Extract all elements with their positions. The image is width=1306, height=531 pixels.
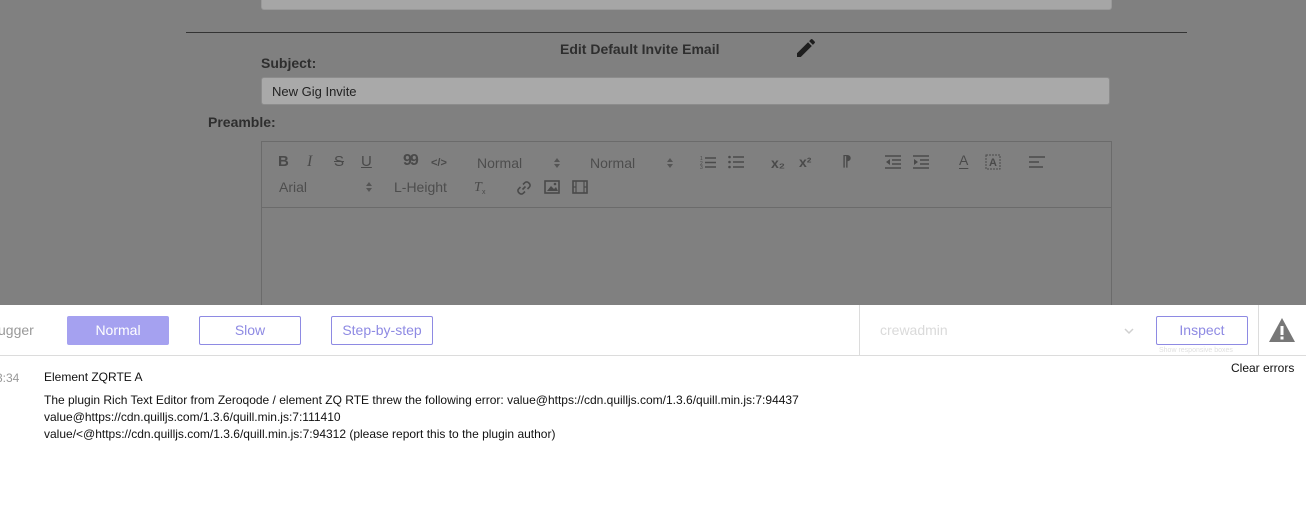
inspect-button[interactable]: Inspect xyxy=(1156,316,1248,345)
superscript-icon[interactable]: x² xyxy=(799,154,811,170)
editor-area: Edit Default Invite Email Subject: New G… xyxy=(0,0,1306,305)
rte-toolbar: B I S U 99 </> Normal Normal 1 2 3 x₂ x²… xyxy=(262,142,1111,208)
text-color-icon[interactable]: A xyxy=(959,152,968,168)
indent-icon[interactable] xyxy=(913,155,929,169)
error-panel: Clear errors 3:34 Element ZQRTE A The pl… xyxy=(0,356,1306,531)
svg-text:A: A xyxy=(989,157,997,169)
header-select-value: Normal xyxy=(477,155,523,171)
preamble-label: Preamble: xyxy=(208,114,276,130)
divider xyxy=(859,305,860,356)
strike-icon[interactable]: S xyxy=(334,154,344,170)
subject-label: Subject: xyxy=(261,55,317,71)
outdent-icon[interactable] xyxy=(885,155,901,169)
inspect-hint: Show responsive boxes xyxy=(1159,347,1233,354)
font-select[interactable]: Arial xyxy=(279,179,375,195)
debugger-bar: ugger Normal Slow Step-by-step crewadmin… xyxy=(0,305,1306,356)
rich-text-editor[interactable]: B I S U 99 </> Normal Normal 1 2 3 x₂ x²… xyxy=(261,141,1112,305)
font-select-value: Arial xyxy=(279,179,308,195)
svg-text:x: x xyxy=(482,189,486,195)
link-icon[interactable] xyxy=(516,180,532,196)
error-message-line: The plugin Rich Text Editor from Zeroqod… xyxy=(44,393,799,407)
image-icon[interactable] xyxy=(544,180,560,194)
chevron-down-icon[interactable] xyxy=(1124,327,1134,335)
size-select[interactable]: Normal xyxy=(590,155,674,171)
align-icon[interactable] xyxy=(1029,156,1045,168)
video-icon[interactable] xyxy=(572,180,588,194)
bullet-list-icon[interactable] xyxy=(728,155,744,169)
editor-title: Edit Default Invite Email xyxy=(560,41,720,57)
updown-arrow-icon xyxy=(554,158,560,168)
line-height-select[interactable]: L-Height xyxy=(394,179,447,195)
clear-errors-button[interactable]: Clear errors xyxy=(1231,361,1294,375)
user-select[interactable]: crewadmin xyxy=(880,322,948,338)
header-select[interactable]: Normal xyxy=(477,155,561,171)
size-select-value: Normal xyxy=(590,155,636,171)
section-divider xyxy=(186,32,1187,33)
mode-normal-button[interactable]: Normal xyxy=(67,316,169,345)
error-element-name: Element ZQRTE A xyxy=(44,370,143,384)
ordered-list-icon[interactable]: 1 2 3 xyxy=(700,155,716,169)
previous-input-field[interactable] xyxy=(261,0,1112,10)
updown-arrow-icon xyxy=(667,158,673,168)
warning-icon[interactable] xyxy=(1268,317,1296,343)
error-message-line: value@https://cdn.quilljs.com/1.3.6/quil… xyxy=(44,410,341,424)
error-message-line: value/<@https://cdn.quilljs.com/1.3.6/qu… xyxy=(44,427,556,441)
underline-icon[interactable]: U xyxy=(361,154,372,170)
italic-icon[interactable]: I xyxy=(307,154,312,170)
subscript-icon[interactable]: x₂ xyxy=(771,155,785,171)
code-block-icon[interactable]: </> xyxy=(431,155,447,171)
rtl-icon[interactable]: ⁋ xyxy=(842,154,852,170)
pencil-icon[interactable] xyxy=(794,36,818,60)
subject-input[interactable]: New Gig Invite xyxy=(261,77,1110,105)
error-timestamp: 3:34 xyxy=(0,371,20,385)
updown-arrow-icon xyxy=(366,182,372,192)
background-color-icon[interactable]: A xyxy=(985,154,1001,170)
mode-step-by-step-button[interactable]: Step-by-step xyxy=(331,316,433,345)
bold-icon[interactable]: B xyxy=(278,154,289,170)
divider xyxy=(1258,305,1259,356)
clean-format-icon[interactable]: T x xyxy=(473,179,489,195)
blockquote-icon[interactable]: 99 xyxy=(403,153,419,169)
debugger-label: ugger xyxy=(0,322,34,338)
svg-text:3: 3 xyxy=(700,165,703,169)
mode-slow-button[interactable]: Slow xyxy=(199,316,301,345)
